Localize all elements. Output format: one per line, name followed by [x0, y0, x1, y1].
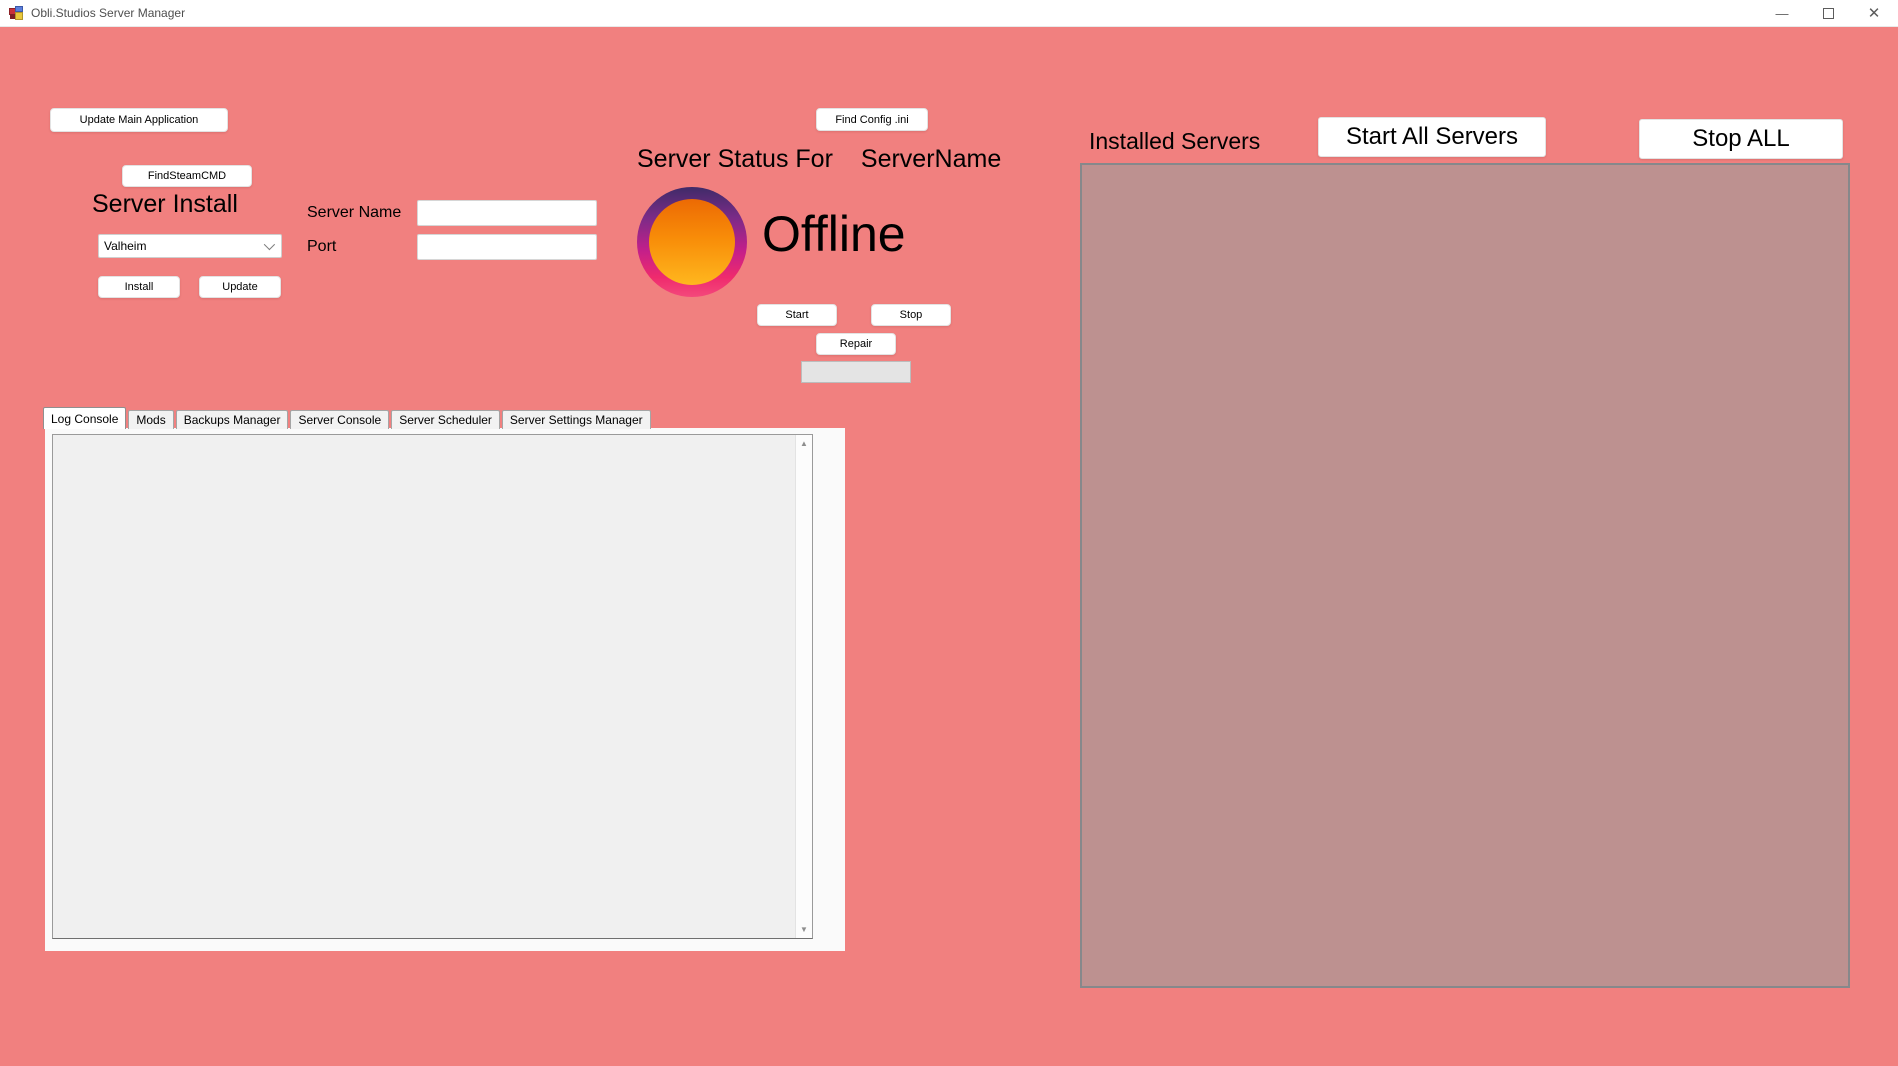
server-name-field[interactable] — [417, 200, 597, 226]
app-icon — [9, 6, 24, 21]
server-manager-window: Obli.Studios Server Manager — ✕ Update M… — [0, 0, 1898, 1066]
game-select-value: Valheim — [99, 239, 264, 253]
server-install-heading: Server Install — [92, 190, 238, 219]
tab-log-console[interactable]: Log Console — [43, 407, 126, 429]
server-status-heading: Server Status For ServerName — [637, 145, 1001, 174]
update-main-application-button[interactable]: Update Main Application — [50, 108, 228, 132]
update-button[interactable]: Update — [199, 276, 281, 298]
minimize-button[interactable]: — — [1762, 0, 1802, 26]
repair-button[interactable]: Repair — [816, 333, 896, 355]
installed-servers-list[interactable] — [1080, 163, 1850, 988]
close-icon: ✕ — [1868, 4, 1881, 22]
window-title: Obli.Studios Server Manager — [31, 6, 185, 20]
tab-mods[interactable]: Mods — [128, 410, 173, 429]
tab-server-settings-manager[interactable]: Server Settings Manager — [502, 410, 651, 429]
log-console-tabpage: ▲ ▼ — [45, 428, 845, 951]
chevron-down-icon — [264, 239, 275, 250]
log-console-output[interactable]: ▲ ▼ — [52, 434, 813, 939]
status-label: Offline — [762, 205, 906, 263]
installed-servers-heading: Installed Servers — [1089, 128, 1260, 155]
minimize-icon: — — [1776, 6, 1789, 21]
status-indicator-icon — [637, 187, 747, 297]
start-button[interactable]: Start — [757, 304, 837, 326]
tab-backups-manager[interactable]: Backups Manager — [176, 410, 289, 429]
close-button[interactable]: ✕ — [1854, 0, 1894, 26]
stop-button[interactable]: Stop — [871, 304, 951, 326]
find-config-ini-button[interactable]: Find Config .ini — [816, 108, 928, 131]
findsteamcmd-button[interactable]: FindSteamCMD — [122, 165, 252, 187]
port-field[interactable] — [417, 234, 597, 260]
install-button[interactable]: Install — [98, 276, 180, 298]
progress-bar — [801, 361, 911, 383]
start-all-servers-button[interactable]: Start All Servers — [1318, 117, 1546, 157]
log-console-scrollbar[interactable]: ▲ ▼ — [795, 435, 812, 938]
tab-server-scheduler[interactable]: Server Scheduler — [391, 410, 500, 429]
tab-server-console[interactable]: Server Console — [290, 410, 389, 429]
maximize-button[interactable] — [1808, 0, 1848, 26]
server-status-heading-prefix: Server Status For — [637, 145, 833, 173]
maximize-icon — [1823, 8, 1834, 19]
game-select[interactable]: Valheim — [98, 234, 282, 258]
scroll-up-icon[interactable]: ▲ — [796, 435, 812, 452]
server-status-servername: ServerName — [861, 145, 1001, 173]
tabstrip: Log Console Mods Backups Manager Server … — [43, 407, 653, 429]
server-name-label: Server Name — [307, 204, 401, 222]
scroll-down-icon[interactable]: ▼ — [796, 921, 812, 938]
stop-all-button[interactable]: Stop ALL — [1639, 119, 1843, 159]
port-label: Port — [307, 238, 336, 256]
titlebar: Obli.Studios Server Manager — ✕ — [0, 0, 1898, 27]
